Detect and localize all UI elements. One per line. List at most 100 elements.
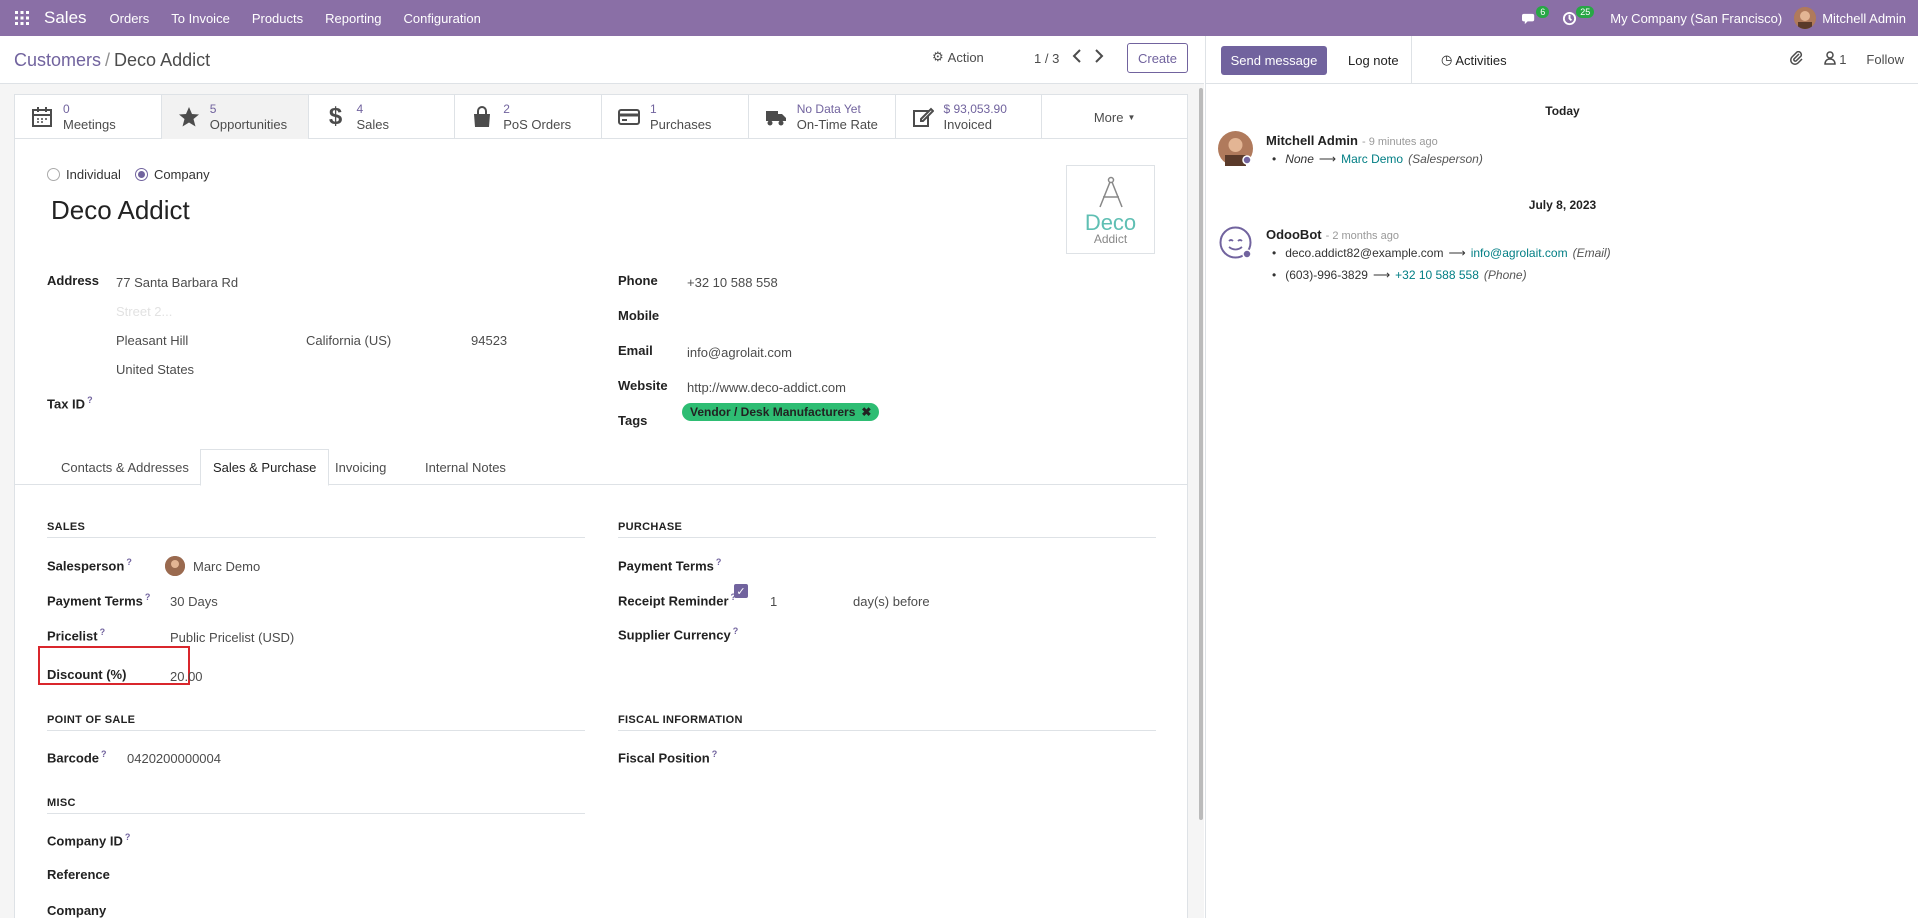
website-field[interactable]: http://www.deco-addict.com xyxy=(687,380,846,395)
followers-count: 1 xyxy=(1839,52,1847,67)
partner-logo[interactable]: Deco Addict xyxy=(1066,165,1155,254)
apps-menu-icon[interactable] xyxy=(0,0,44,36)
tracking-field-name: (Salesperson) xyxy=(1408,152,1483,166)
form-sheet: 0 Meetings 5 Opportunities $ 4 Sales 2 PoS O… xyxy=(14,94,1188,918)
email-field[interactable]: info@agrolait.com xyxy=(687,345,792,360)
smart-button-invoiced[interactable]: $ 93,053.90 Invoiced xyxy=(896,95,1043,139)
tag-vendor-desk-manufacturers: Vendor / Desk Manufacturers ✖ xyxy=(682,403,880,421)
smart-button-opportunities[interactable]: 5 Opportunities xyxy=(161,95,309,139)
message-date: - 9 minutes ago xyxy=(1361,136,1438,148)
tracking-old-value: deco.addict82@example.com xyxy=(1285,246,1444,260)
date-separator-today: Today xyxy=(1545,104,1580,118)
activities-systray[interactable]: 25 xyxy=(1554,0,1598,36)
on-time-rate-label: On-Time Rate xyxy=(796,117,878,132)
message-author-name[interactable]: OdooBot xyxy=(1266,227,1322,242)
tag-label: Vendor / Desk Manufacturers xyxy=(690,405,856,419)
create-button[interactable]: Create xyxy=(1127,43,1188,73)
smart-button-sales[interactable]: $ 4 Sales xyxy=(309,95,456,139)
log-note-button[interactable]: Log note xyxy=(1336,36,1412,84)
tab-sales-purchase[interactable]: Sales & Purchase xyxy=(200,449,330,486)
website-label: Website xyxy=(618,378,668,393)
street2-field[interactable]: Street 2... xyxy=(116,304,172,319)
chatter-right-tools: 1 Follow xyxy=(1790,50,1904,68)
state-field[interactable]: California (US) xyxy=(306,333,391,348)
calendar-icon xyxy=(29,104,55,130)
user-menu[interactable]: Mitchell Admin xyxy=(1794,7,1918,29)
receipt-reminder-days-field[interactable]: 1 xyxy=(770,594,777,609)
address-label: Address xyxy=(47,273,100,288)
menu-to-invoice[interactable]: To Invoice xyxy=(160,0,241,36)
radio-company[interactable]: Company xyxy=(134,167,210,182)
payment-terms-field[interactable]: 30 Days xyxy=(170,594,218,609)
smart-button-on-time-rate[interactable]: No Data Yet On-Time Rate xyxy=(749,95,896,139)
menu-reporting[interactable]: Reporting xyxy=(314,0,392,36)
paperclip-icon[interactable] xyxy=(1790,50,1804,68)
menu-configuration[interactable]: Configuration xyxy=(393,0,492,36)
followers-button[interactable]: 1 xyxy=(1824,51,1846,68)
salesperson-label: Salesperson? xyxy=(47,557,132,574)
more-button[interactable]: More ▼ xyxy=(1042,95,1187,139)
tag-remove-icon[interactable]: ✖ xyxy=(861,405,871,419)
tab-internal-notes[interactable]: Internal Notes xyxy=(413,449,518,485)
salesperson-field[interactable]: Marc Demo xyxy=(193,559,260,574)
company-id-label: Company ID? xyxy=(47,832,131,849)
menu-orders[interactable]: Orders xyxy=(99,0,161,36)
country-field[interactable]: United States xyxy=(116,362,194,377)
breadcrumb: Customers / Deco Addict xyxy=(14,50,210,71)
breadcrumb-customers[interactable]: Customers xyxy=(14,50,101,70)
send-message-button[interactable]: Send message xyxy=(1221,46,1327,75)
activities-button[interactable]: ◷ Activities xyxy=(1429,36,1519,84)
phone-field[interactable]: +32 10 588 558 xyxy=(687,275,778,290)
zip-field[interactable]: 94523 xyxy=(471,333,507,348)
pager-next-icon[interactable] xyxy=(1094,49,1108,65)
radio-individual[interactable]: Individual xyxy=(47,167,121,182)
barcode-field[interactable]: 0420200000004 xyxy=(127,751,221,766)
messages-systray[interactable]: 6 xyxy=(1514,0,1554,36)
pager-previous-icon[interactable] xyxy=(1072,49,1086,65)
tab-contacts-addresses[interactable]: Contacts & Addresses xyxy=(49,449,201,485)
control-panel: Customers / Deco Addict ⚙ Action 1 / 3 Cre… xyxy=(0,36,1204,84)
sales-group-title: SALES xyxy=(47,521,585,538)
city-field[interactable]: Pleasant Hill xyxy=(116,333,188,348)
opportunities-count: 5 xyxy=(209,102,217,116)
tracking-old-value: (603)-996-3829 xyxy=(1285,268,1368,282)
discount-field[interactable]: 20.00 xyxy=(170,669,203,684)
receipt-reminder-checkbox[interactable]: ✓ xyxy=(734,584,748,598)
message-author: OdooBot - 2 months ago xyxy=(1266,227,1399,242)
purchases-label: Purchases xyxy=(650,117,712,132)
smart-button-pos-orders[interactable]: 2 PoS Orders xyxy=(455,95,602,139)
company-switcher[interactable]: My Company (San Francisco) xyxy=(1598,11,1794,26)
breadcrumb-current: Deco Addict xyxy=(114,50,211,70)
smart-button-meetings[interactable]: 0 Meetings xyxy=(15,95,162,139)
discount-label: Discount (%) xyxy=(47,667,127,682)
compass-logo-icon xyxy=(1098,176,1123,207)
message-author: Mitchell Admin - 9 minutes ago xyxy=(1266,133,1438,148)
action-menu-button[interactable]: ⚙ Action xyxy=(932,49,984,65)
form-scrollbar[interactable] xyxy=(1199,88,1203,820)
pager-value[interactable]: 1 / 3 xyxy=(1034,51,1059,66)
bullet: • xyxy=(1272,246,1277,260)
tab-invoicing[interactable]: Invoicing xyxy=(323,449,398,485)
pos-orders-count: 2 xyxy=(503,102,510,116)
pricelist-field[interactable]: Public Pricelist (USD) xyxy=(170,630,294,645)
tracking-old-value: None xyxy=(1285,152,1314,166)
radio-individual-dot[interactable] xyxy=(47,168,60,181)
app-name[interactable]: Sales xyxy=(44,8,87,28)
menu-products[interactable]: Products xyxy=(241,0,314,36)
truck-icon xyxy=(763,104,789,130)
supplier-currency-label: Supplier Currency? xyxy=(618,626,739,643)
street-field[interactable]: 77 Santa Barbara Rd xyxy=(116,275,238,290)
phone-label: Phone xyxy=(618,273,658,288)
message-author-name[interactable]: Mitchell Admin xyxy=(1266,133,1358,148)
invoiced-amount: $ 93,053.90 xyxy=(943,102,1007,116)
odoobot-avatar xyxy=(1218,225,1253,260)
user-icon xyxy=(1824,51,1836,68)
radio-company-dot[interactable] xyxy=(134,168,148,181)
smart-button-purchases[interactable]: 1 Purchases xyxy=(602,95,749,139)
follow-button[interactable]: Follow xyxy=(1866,52,1904,67)
partner-name-field[interactable]: Deco Addict xyxy=(51,195,190,226)
company-label: Company xyxy=(47,903,107,918)
tracking-field-name: (Phone) xyxy=(1483,268,1527,282)
edit-icon xyxy=(910,104,936,130)
company-type-radio: Individual Company xyxy=(47,167,210,182)
